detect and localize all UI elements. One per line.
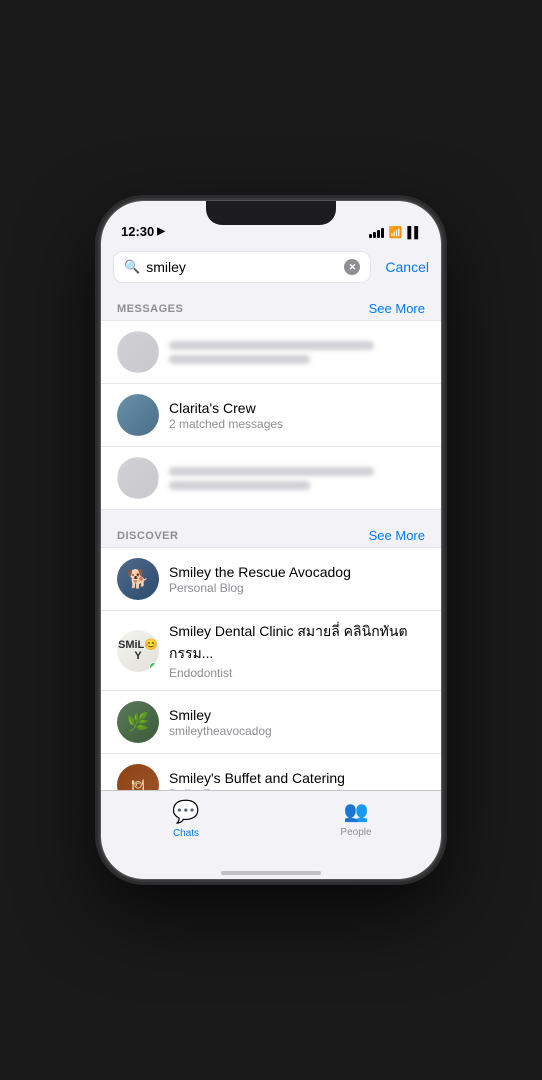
people-icon: 👥 bbox=[344, 799, 369, 824]
avatar-blurred-2 bbox=[117, 457, 159, 499]
tab-bar: 💬 Chats 👥 People bbox=[101, 790, 441, 859]
status-time: 12:30 ▶ bbox=[121, 224, 165, 239]
discover-item-buffet[interactable]: 🍽 Smiley's Buffet and Catering Buffet Re… bbox=[101, 754, 441, 790]
blurred-content-1 bbox=[169, 341, 425, 364]
search-cancel-button[interactable]: Cancel bbox=[385, 259, 429, 275]
discover-see-more[interactable]: See More bbox=[369, 528, 425, 543]
signal-bar-3 bbox=[377, 230, 380, 238]
blurred-message-2[interactable] bbox=[101, 447, 441, 510]
avatar-dental: SMiL😊Y bbox=[117, 630, 159, 672]
blurred-line bbox=[169, 355, 310, 364]
discover-item-avocadog[interactable]: 🐕 Smiley the Rescue Avocadog Personal Bl… bbox=[101, 547, 441, 611]
home-bar bbox=[221, 871, 321, 875]
dental-name: Smiley Dental Clinic สมายลี่ คลินิกทันตก… bbox=[169, 621, 425, 665]
tab-chats[interactable]: 💬 Chats bbox=[101, 799, 271, 839]
people-label: People bbox=[340, 827, 371, 838]
chats-icon: 💬 bbox=[172, 799, 199, 825]
section-gap-1 bbox=[101, 510, 441, 518]
home-indicator bbox=[101, 859, 441, 879]
blurred-line bbox=[169, 467, 374, 476]
signal-bar-2 bbox=[373, 232, 376, 238]
avatar-buffet: 🍽 bbox=[117, 764, 159, 790]
content-scroll[interactable]: MESSAGES See More Clarita's Cre bbox=[101, 291, 441, 790]
smiley-text: Smiley smileytheavocadog bbox=[169, 707, 425, 738]
messages-section-title: MESSAGES bbox=[117, 303, 183, 315]
signal-bar-1 bbox=[369, 234, 372, 238]
discover-item-dental[interactable]: SMiL😊Y Smiley Dental Clinic สมายลี่ คลิน… bbox=[101, 611, 441, 691]
location-icon: ▶ bbox=[157, 226, 165, 237]
blurred-line bbox=[169, 481, 310, 490]
avocadog-name: Smiley the Rescue Avocadog bbox=[169, 564, 425, 580]
tab-people[interactable]: 👥 People bbox=[271, 799, 441, 839]
battery-icon: ▌▌ bbox=[407, 227, 421, 239]
messages-see-more[interactable]: See More bbox=[369, 301, 425, 316]
dental-subtitle: Endodontist bbox=[169, 666, 425, 680]
power-button bbox=[441, 341, 442, 411]
search-bar[interactable]: 🔍 smiley ✕ bbox=[113, 251, 371, 283]
discover-section-header: DISCOVER See More bbox=[101, 518, 441, 547]
avatar-avocadog: 🐕 bbox=[117, 558, 159, 600]
discover-item-smiley[interactable]: 🌿 Smiley smileytheavocadog bbox=[101, 691, 441, 754]
notch bbox=[206, 201, 336, 225]
claritas-crew-subtitle: 2 matched messages bbox=[169, 417, 425, 431]
chats-label: Chats bbox=[173, 828, 199, 839]
phone-frame: 12:30 ▶ 📶 ▌▌ 🔍 smiley ✕ bbox=[100, 200, 442, 880]
search-bar-container: 🔍 smiley ✕ Cancel bbox=[101, 245, 441, 291]
blurred-content-2 bbox=[169, 467, 425, 490]
status-icons: 📶 ▌▌ bbox=[369, 226, 421, 239]
avatar-blurred-1 bbox=[117, 331, 159, 373]
dental-text: Smiley Dental Clinic สมายลี่ คลินิกทันตก… bbox=[169, 621, 425, 680]
buffet-name: Smiley's Buffet and Catering bbox=[169, 770, 425, 786]
signal-bar-4 bbox=[381, 228, 384, 238]
claritas-crew-text: Clarita's Crew 2 matched messages bbox=[169, 400, 425, 431]
search-clear-button[interactable]: ✕ bbox=[344, 259, 360, 275]
claritas-crew-name: Clarita's Crew bbox=[169, 400, 425, 416]
smiley-name: Smiley bbox=[169, 707, 425, 723]
discover-items-list: 🐕 Smiley the Rescue Avocadog Personal Bl… bbox=[101, 547, 441, 790]
signal-bars bbox=[369, 228, 384, 238]
search-icon: 🔍 bbox=[124, 259, 140, 275]
messages-section-header: MESSAGES See More bbox=[101, 291, 441, 320]
search-input[interactable]: smiley bbox=[146, 259, 338, 275]
phone-screen: 12:30 ▶ 📶 ▌▌ 🔍 smiley ✕ bbox=[101, 201, 441, 879]
avocadog-subtitle: Personal Blog bbox=[169, 581, 425, 595]
buffet-text: Smiley's Buffet and Catering Buffet Rest… bbox=[169, 770, 425, 791]
message-item-claritas-crew[interactable]: Clarita's Crew 2 matched messages bbox=[101, 384, 441, 447]
avatar-smiley: 🌿 bbox=[117, 701, 159, 743]
blurred-message-1[interactable] bbox=[101, 320, 441, 384]
avatar-claritas-crew bbox=[117, 394, 159, 436]
wifi-icon: 📶 bbox=[389, 226, 403, 239]
smiley-subtitle: smileytheavocadog bbox=[169, 724, 425, 738]
avocadog-text: Smiley the Rescue Avocadog Personal Blog bbox=[169, 564, 425, 595]
online-indicator bbox=[149, 662, 158, 671]
time-display: 12:30 bbox=[121, 224, 154, 239]
discover-section-title: DISCOVER bbox=[117, 530, 178, 542]
blurred-line bbox=[169, 341, 374, 350]
